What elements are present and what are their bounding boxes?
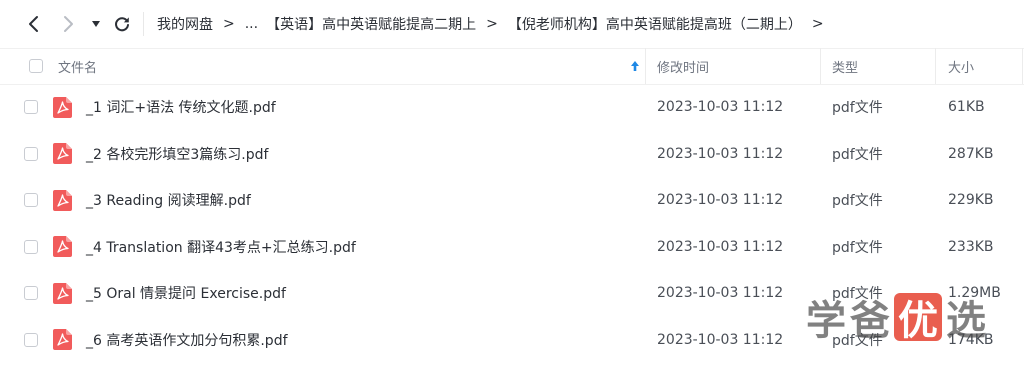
row-checkbox[interactable]	[24, 193, 38, 208]
row-checkbox-cell[interactable]	[24, 224, 38, 271]
row-checkbox-cell[interactable]	[24, 317, 38, 364]
column-header-size[interactable]: 大小	[948, 48, 974, 84]
file-size: 1.29MB	[948, 285, 1001, 302]
pdf-icon	[53, 96, 72, 118]
file-type: pdf文件	[832, 146, 883, 163]
column-divider[interactable]	[935, 48, 936, 84]
pdf-file-icon	[53, 84, 72, 131]
column-header-modified-label: 修改时间	[657, 60, 710, 76]
file-modified-time: 2023-10-03 11:12	[657, 331, 784, 348]
row-checkbox-cell[interactable]	[24, 84, 38, 131]
pdf-icon	[53, 329, 72, 351]
file-list-header: 文件名 修改时间 类型 大小	[0, 48, 1024, 85]
column-divider[interactable]	[820, 48, 821, 84]
breadcrumb-item-my-drive[interactable]: 我的网盘	[157, 14, 213, 34]
file-type: pdf文件	[832, 332, 883, 349]
pdf-file-icon	[53, 224, 72, 271]
pdf-file-icon	[53, 317, 72, 364]
refresh-icon	[115, 17, 129, 32]
select-all-checkbox-cell[interactable]	[29, 48, 43, 84]
file-name[interactable]: _6 高考英语作文加分句积累.pdf	[86, 317, 288, 364]
file-size: 233KB	[948, 238, 994, 255]
pdf-file-icon	[53, 131, 72, 178]
row-checkbox[interactable]	[24, 146, 38, 161]
file-list: _1 词汇+语法 传统文化题.pdf 2023-10-03 11:12 pdf文…	[0, 84, 1024, 363]
sort-arrow-up-icon	[631, 61, 639, 71]
file-name[interactable]: _2 各校完形填空3篇练习.pdf	[86, 131, 268, 178]
breadcrumb-item-english-folder[interactable]: 【英语】高中英语赋能提高二期上	[266, 14, 476, 34]
file-type: pdf文件	[832, 193, 883, 210]
breadcrumb-item-ellipsis[interactable]: ...	[245, 16, 258, 32]
breadcrumb-separator: >	[223, 16, 235, 32]
file-name[interactable]: _5 Oral 情景提问 Exercise.pdf	[86, 270, 286, 317]
pdf-icon	[53, 143, 72, 165]
history-dropdown-button[interactable]	[83, 10, 109, 38]
breadcrumb-separator: >	[486, 16, 498, 32]
file-name[interactable]: _3 Reading 阅读理解.pdf	[86, 177, 251, 224]
file-modified-time: 2023-10-03 11:12	[657, 192, 784, 209]
file-modified-time: 2023-10-03 11:12	[657, 285, 784, 302]
file-modified-time: 2023-10-03 11:12	[657, 145, 784, 162]
chevron-left-icon	[29, 16, 38, 32]
file-size: 61KB	[948, 99, 985, 116]
file-size: 229KB	[948, 192, 994, 209]
file-row[interactable]: _4 Translation 翻译43考点+汇总练习.pdf 2023-10-0…	[0, 224, 1024, 271]
file-row[interactable]: _3 Reading 阅读理解.pdf 2023-10-03 11:12 pdf…	[0, 177, 1024, 224]
breadcrumb-separator: >	[811, 16, 824, 32]
file-modified-time: 2023-10-03 11:12	[657, 238, 784, 255]
back-button[interactable]	[20, 10, 48, 38]
navigation-bar: 我的网盘 > ... 【英语】高中英语赋能提高二期上 > 【倪老师机构】高中英语…	[0, 0, 1024, 49]
pdf-icon	[53, 189, 72, 211]
breadcrumb: 我的网盘 > ... 【英语】高中英语赋能提高二期上 > 【倪老师机构】高中英语…	[157, 0, 834, 48]
column-header-type-label: 类型	[832, 60, 859, 76]
row-checkbox[interactable]	[24, 332, 38, 347]
file-modified-time: 2023-10-03 11:12	[657, 99, 784, 116]
file-size: 174KB	[948, 331, 994, 348]
column-header-size-label: 大小	[948, 60, 975, 76]
file-row[interactable]: _1 词汇+语法 传统文化题.pdf 2023-10-03 11:12 pdf文…	[0, 84, 1024, 131]
column-header-modified[interactable]: 修改时间	[657, 48, 709, 84]
pdf-file-icon	[53, 177, 72, 224]
file-type: pdf文件	[832, 239, 883, 256]
select-all-checkbox[interactable]	[29, 59, 43, 73]
pdf-file-icon	[53, 270, 72, 317]
column-header-name[interactable]: 文件名	[58, 48, 97, 84]
column-divider[interactable]	[1022, 48, 1023, 84]
file-type: pdf文件	[832, 286, 883, 303]
row-checkbox-cell[interactable]	[24, 270, 38, 317]
row-checkbox[interactable]	[24, 239, 38, 254]
file-size: 287KB	[948, 145, 994, 162]
sort-ascending-button[interactable]	[630, 48, 640, 84]
pdf-icon	[53, 236, 72, 258]
pdf-icon	[53, 282, 72, 304]
file-type: pdf文件	[832, 100, 883, 117]
forward-button[interactable]	[54, 10, 82, 38]
row-checkbox[interactable]	[24, 286, 38, 301]
file-name[interactable]: _1 词汇+语法 传统文化题.pdf	[86, 84, 276, 131]
nav-divider	[143, 12, 144, 36]
refresh-button[interactable]	[108, 10, 136, 38]
file-row[interactable]: _6 高考英语作文加分句积累.pdf 2023-10-03 11:12 pdf文…	[0, 317, 1024, 364]
column-header-type[interactable]: 类型	[832, 48, 858, 84]
column-header-name-label: 文件名	[58, 60, 98, 76]
row-checkbox[interactable]	[24, 100, 38, 115]
caret-down-icon	[92, 21, 100, 27]
chevron-right-icon	[64, 16, 73, 32]
file-name[interactable]: _4 Translation 翻译43考点+汇总练习.pdf	[86, 224, 356, 271]
file-row[interactable]: _5 Oral 情景提问 Exercise.pdf 2023-10-03 11:…	[0, 270, 1024, 317]
breadcrumb-item-current-folder[interactable]: 【倪老师机构】高中英语赋能提高班（二期上）	[508, 14, 802, 34]
file-row[interactable]: _2 各校完形填空3篇练习.pdf 2023-10-03 11:12 pdf文件…	[0, 131, 1024, 178]
row-checkbox-cell[interactable]	[24, 177, 38, 224]
row-checkbox-cell[interactable]	[24, 131, 38, 178]
column-divider[interactable]	[645, 48, 646, 84]
